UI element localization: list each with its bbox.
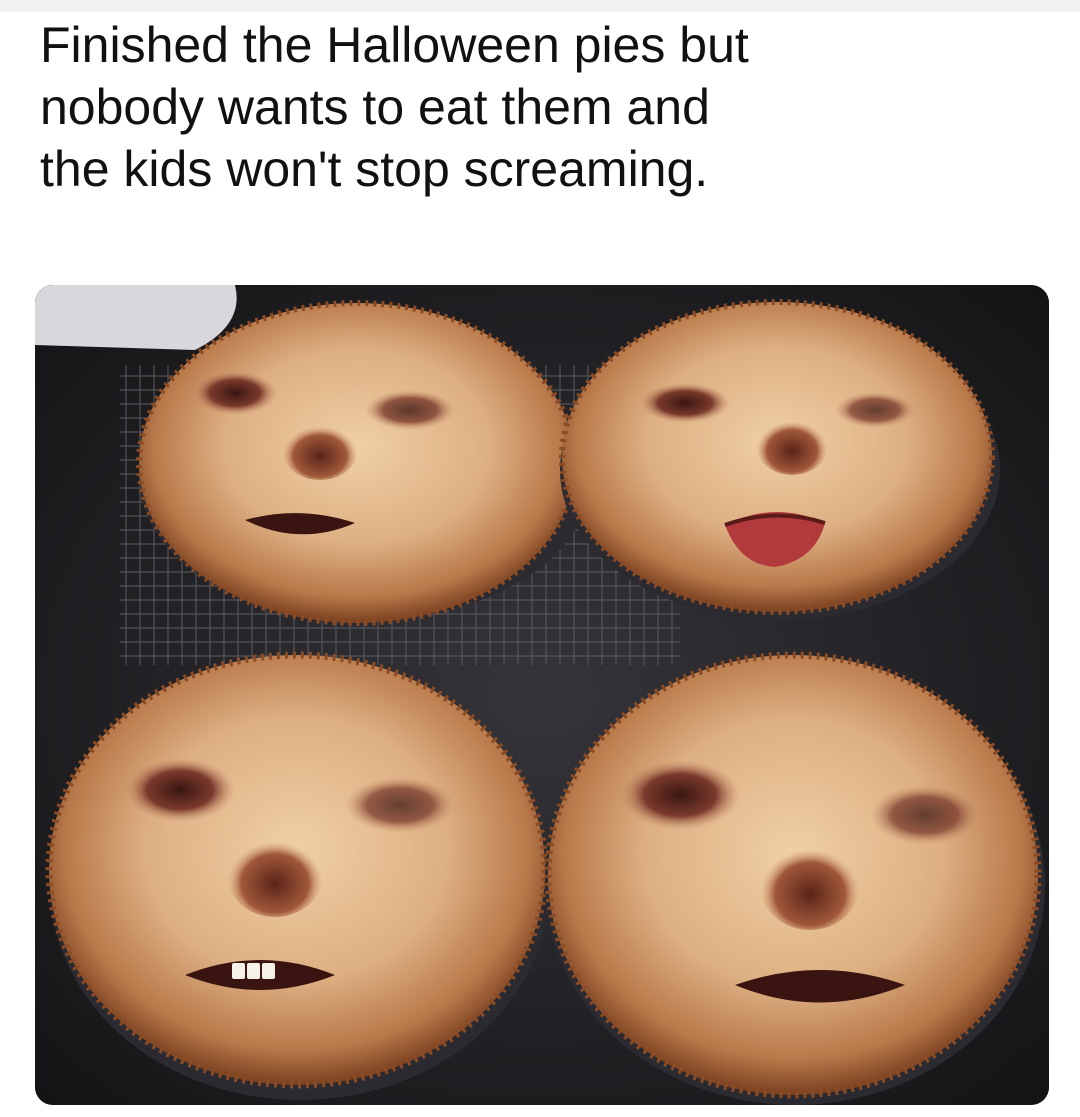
top-strip [0,0,1080,12]
halloween-face-pies-image [35,285,1049,1105]
meme-photo [35,285,1049,1105]
towel [35,285,237,350]
pie-bottom-right [544,651,1045,1105]
meme-caption: Finished the Halloween pies but nobody w… [40,17,749,197]
pie-bottom-left [45,651,550,1100]
